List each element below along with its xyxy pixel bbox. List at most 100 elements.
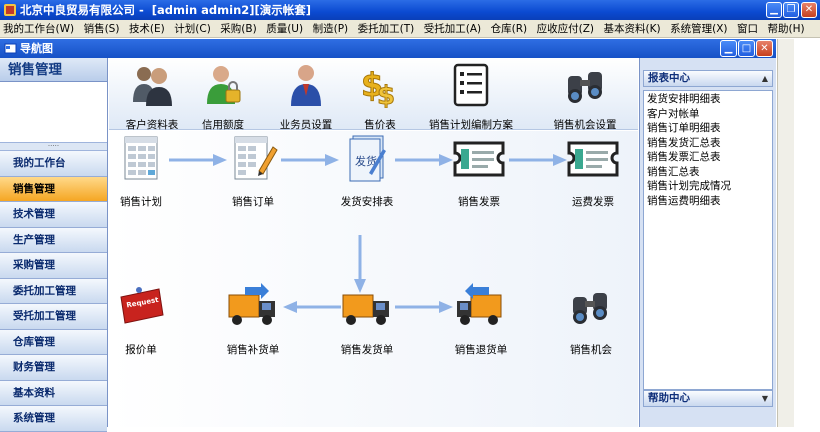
node-opportunity[interactable]: 销售机会 [561, 281, 621, 357]
tool-label: 售价表 [364, 119, 396, 131]
restore-button[interactable]: ❐ [783, 2, 799, 18]
menu-bar: 我的工作台(W) 销售(S) 技术(E) 计划(C) 采购(B) 质量(U) 制… [0, 20, 820, 38]
menu-workbench[interactable]: 我的工作台(W) [0, 20, 77, 38]
report-item[interactable]: 销售发货汇总表 [644, 136, 772, 151]
menu-quality[interactable]: 质量(U) [263, 20, 306, 38]
report-center-header[interactable]: 报表中心 ▲ [643, 70, 773, 87]
nav-item-warehouse[interactable]: 仓库管理 [0, 329, 107, 355]
tool-sales-plan-scheme[interactable]: 销售计划编制方案 [427, 62, 515, 132]
spreadsheet-icon [124, 136, 158, 180]
node-delivery[interactable]: 销售发货单 [335, 281, 399, 357]
splitter-grip[interactable]: ····· [0, 143, 107, 151]
report-item[interactable]: 销售计划完成情况 [644, 179, 772, 194]
desktop-background [794, 39, 820, 427]
nav-item-system[interactable]: 系统管理 [0, 406, 107, 432]
tool-credit-limit[interactable]: 信用额度 [195, 62, 251, 132]
close-button[interactable]: ✕ [801, 2, 817, 18]
node-sales-order[interactable]: 销售订单 [225, 133, 281, 209]
arrow-delivery-to-return [395, 301, 453, 313]
nav-minimize-button[interactable]: ▁ [720, 40, 737, 57]
invoice-ticket-icon [453, 141, 505, 177]
node-return[interactable]: 销售退货单 [449, 281, 513, 357]
node-freight-invoice[interactable]: 运费发票 [563, 133, 623, 209]
tool-opportunity-settings[interactable]: 销售机会设置 [547, 62, 623, 132]
arrow-delivery-to-replenish [283, 301, 341, 313]
report-item[interactable]: 销售汇总表 [644, 165, 772, 180]
arrow-order-to-schedule [281, 154, 339, 166]
chevron-down-icon: ▼ [761, 394, 768, 403]
salesperson-icon [291, 65, 321, 106]
help-center-header[interactable]: 帮助中心 ▼ [643, 390, 773, 407]
tool-customer-info[interactable]: 客户资料表 [119, 62, 185, 132]
checklist-icon [453, 63, 489, 107]
menu-window[interactable]: 窗口 [734, 20, 761, 38]
nav-item-contract-processing[interactable]: 受托加工管理 [0, 304, 107, 330]
nav-maximize-button[interactable]: □ [738, 40, 755, 57]
tool-strip: 客户资料表 信用额度 业务员设置 $ $ 售价表 销售计划编制方案 销售机会设置 [109, 58, 638, 132]
svg-text:$: $ [377, 81, 395, 108]
node-label: 销售计划 [120, 196, 162, 208]
report-item[interactable]: 销售订单明细表 [644, 121, 772, 136]
navigator-title-bar: 导航图 ▁ □ ✕ [0, 39, 776, 58]
nav-item-finance[interactable]: 财务管理 [0, 355, 107, 381]
nav-item-workbench[interactable]: 我的工作台 [0, 151, 107, 177]
dollar-icon: $ $ [361, 66, 396, 112]
binoculars-icon [573, 293, 607, 324]
node-label: 销售发货单 [340, 344, 394, 356]
truck-return-icon [457, 283, 502, 325]
nav-item-basic-data[interactable]: 基本资料 [0, 380, 107, 406]
delivery-document-icon: 发货 [349, 135, 386, 182]
node-delivery-schedule[interactable]: 发货 发货安排表 [335, 133, 399, 209]
help-center-title: 帮助中心 [648, 392, 690, 404]
node-sales-plan[interactable]: 销售计划 [113, 133, 169, 209]
truck-icon [342, 294, 389, 325]
menu-sales[interactable]: 销售(S) [81, 20, 123, 38]
node-quote[interactable]: Request Quote 报价单 [113, 281, 185, 357]
menu-system[interactable]: 系统管理(X) [667, 20, 730, 38]
minimize-button[interactable]: ▁ [766, 2, 782, 18]
nav-item-production[interactable]: 生产管理 [0, 227, 107, 253]
window-title-bar: 北京中良贸易有限公司 - [admin admin2][演示帐套] ▁ ❐ ✕ [0, 0, 820, 20]
user-lock-icon [207, 66, 241, 104]
node-label: 发货安排表 [340, 196, 394, 208]
node-replenish[interactable]: 销售补货单 [221, 281, 285, 357]
main-area: 客户资料表 信用额度 业务员设置 $ $ 售价表 销售计划编制方案 销售机会设置… [109, 58, 638, 427]
menu-outsourcing[interactable]: 委托加工(T) [355, 20, 418, 38]
tool-label: 销售计划编制方案 [429, 119, 513, 131]
navigator-icon [4, 43, 17, 54]
nav-close-button[interactable]: ✕ [756, 40, 773, 57]
node-label: 销售订单 [232, 196, 274, 208]
menu-manufacture[interactable]: 制造(P) [310, 20, 352, 38]
arrow-invoice-to-freight [509, 154, 567, 166]
report-item[interactable]: 客户对帐单 [644, 107, 772, 122]
request-quote-icon: Request Quote [120, 287, 185, 324]
report-item[interactable]: 销售发票汇总表 [644, 150, 772, 165]
node-sales-invoice[interactable]: 销售发票 [449, 133, 509, 209]
menu-purchase[interactable]: 采购(B) [217, 20, 259, 38]
nav-item-outsourcing[interactable]: 委托加工管理 [0, 278, 107, 304]
report-list: 发货安排明细表 客户对帐单 销售订单明细表 销售发货汇总表 销售发票汇总表 销售… [643, 90, 773, 390]
menu-contract-processing[interactable]: 受托加工(A) [421, 20, 484, 38]
menu-tech[interactable]: 技术(E) [126, 20, 168, 38]
tool-label: 客户资料表 [125, 119, 179, 131]
report-item[interactable]: 发货安排明细表 [644, 92, 772, 107]
menu-help[interactable]: 帮助(H) [765, 20, 808, 38]
menu-basic-data[interactable]: 基本资料(K) [601, 20, 664, 38]
nav-item-purchase[interactable]: 采购管理 [0, 253, 107, 279]
binoculars-icon [568, 72, 602, 103]
nav-item-sales[interactable]: 销售管理 [0, 176, 107, 202]
tool-price-list[interactable]: $ $ 售价表 [357, 62, 403, 132]
menu-plan[interactable]: 计划(C) [171, 20, 214, 38]
menu-warehouse[interactable]: 仓库(R) [488, 20, 531, 38]
vertical-scrollbar[interactable] [777, 39, 794, 427]
left-nav-panel: 销售管理 ····· 我的工作台 销售管理 技术管理 生产管理 采购管理 委托加… [0, 58, 108, 432]
tool-salesman-settings[interactable]: 业务员设置 [273, 62, 339, 132]
chevron-up-icon: ▲ [761, 74, 768, 83]
node-label: 销售发票 [458, 196, 500, 208]
report-item[interactable]: 销售运费明细表 [644, 194, 772, 209]
menu-receivables[interactable]: 应收应付(Z) [534, 20, 597, 38]
nav-item-tech[interactable]: 技术管理 [0, 202, 107, 228]
customer-people-icon [133, 67, 172, 106]
form-pencil-icon [234, 136, 278, 180]
tool-label: 销售机会设置 [553, 119, 617, 131]
